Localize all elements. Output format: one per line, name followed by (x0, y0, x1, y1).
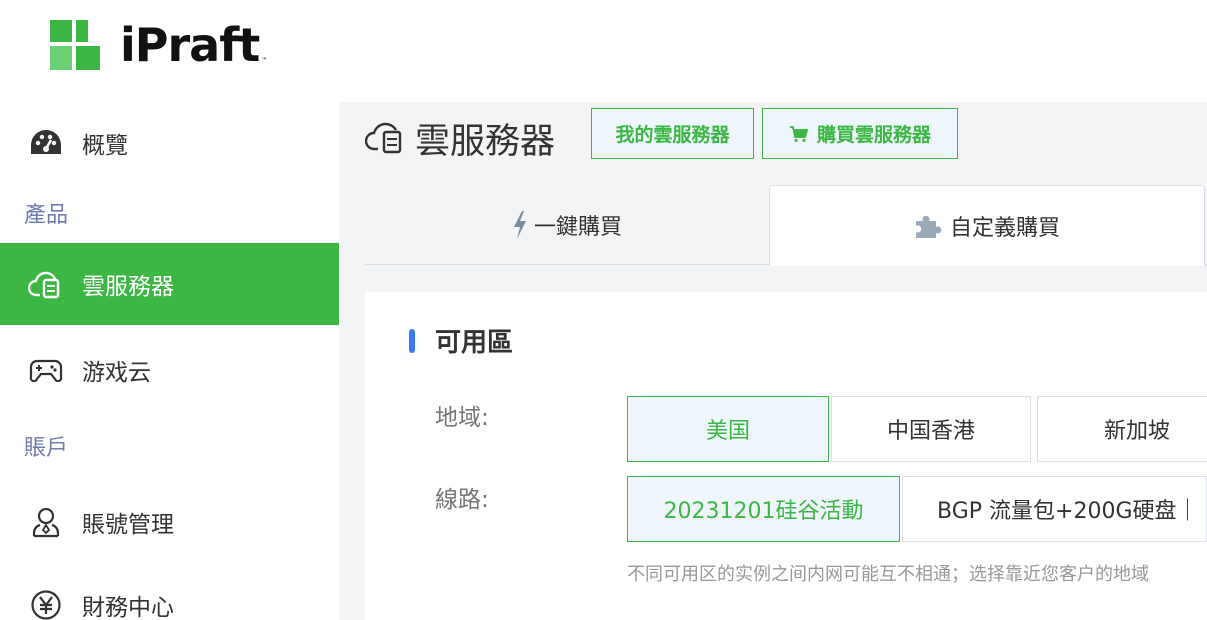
brand-logo[interactable]: iPraft ™ (50, 20, 267, 70)
buy-cloud-servers-label: 購買雲服務器 (816, 124, 931, 146)
sidebar-item-account-management[interactable]: 賬號管理 (0, 481, 339, 563)
purchase-tabs: 一鍵購買 自定義購買 (365, 185, 1207, 266)
section-title: 可用區 (409, 322, 513, 359)
user-icon (28, 504, 64, 540)
sidebar-item-label: 賬號管理 (82, 512, 174, 538)
availability-card: 可用區 地域: 美国 中国香港 新加坡 線路: 20231201硅谷活動 BGP… (365, 292, 1207, 620)
logo-mark-icon (50, 20, 100, 70)
region-label: 地域: (435, 405, 489, 431)
sidebar-section-products: 產品 (24, 203, 69, 228)
tab-label: 一鍵購買 (533, 215, 622, 240)
sidebar-section-account: 賬戶 (24, 436, 69, 461)
brand-name: iPraft (120, 18, 260, 72)
brand-trademark: ™ (261, 57, 268, 64)
yen-icon (28, 587, 64, 620)
sidebar-item-cloud-server[interactable]: 雲服務器 (0, 243, 339, 325)
cloud-server-icon (28, 266, 64, 302)
line-option-bgp-traffic[interactable]: BGP 流量包+200G硬盘｜ 硅谷 (902, 476, 1207, 542)
sidebar-item-overview[interactable]: 概覽 (0, 102, 339, 184)
sidebar: 概覽 產品 雲服務器 游戏云 賬戶 賬號管理 財務中心 (0, 102, 339, 620)
tab-quick-buy[interactable]: 一鍵購買 (365, 185, 769, 265)
main-content: 雲服務器 我的雲服務器 購買雲服務器 一鍵購買 自定義購買 可用區 地域: 美国… (339, 102, 1207, 620)
puzzle-icon (914, 213, 942, 239)
sidebar-item-game-cloud[interactable]: 游戏云 (0, 329, 339, 411)
sidebar-item-label: 雲服務器 (82, 274, 174, 300)
buy-cloud-servers-button[interactable]: 購買雲服務器 (762, 108, 958, 159)
my-cloud-servers-label: 我的雲服務器 (615, 124, 730, 146)
sidebar-item-label: 游戏云 (82, 360, 151, 386)
sidebar-item-label: 財務中心 (82, 595, 174, 620)
gamepad-icon (28, 352, 64, 388)
cloud-server-icon (364, 117, 405, 159)
line-label: 線路: (435, 487, 489, 513)
my-cloud-servers-button[interactable]: 我的雲服務器 (591, 108, 754, 159)
section-title-text: 可用區 (435, 328, 514, 358)
cart-icon (789, 125, 809, 143)
section-marker (409, 328, 415, 353)
region-option-hong-kong[interactable]: 中国香港 (831, 396, 1031, 462)
sidebar-item-label: 概覽 (82, 133, 128, 159)
tab-label: 自定義購買 (949, 216, 1060, 241)
region-option-us[interactable]: 美国 (627, 396, 829, 462)
lightning-icon (512, 210, 528, 240)
page-title: 雲服務器 (415, 121, 556, 162)
sidebar-item-finance-center[interactable]: 財務中心 (0, 564, 339, 620)
line-option-siliconvalley-event[interactable]: 20231201硅谷活動 (627, 476, 900, 542)
region-option-singapore[interactable]: 新加坡 (1037, 396, 1207, 462)
dashboard-icon (28, 125, 64, 161)
page-header: 雲服務器 (364, 108, 556, 168)
tab-custom-buy[interactable]: 自定義購買 (769, 185, 1205, 266)
region-hint: 不同可用区的实例之间内网可能互不相通；选择靠近您客户的地域 (627, 564, 1149, 585)
